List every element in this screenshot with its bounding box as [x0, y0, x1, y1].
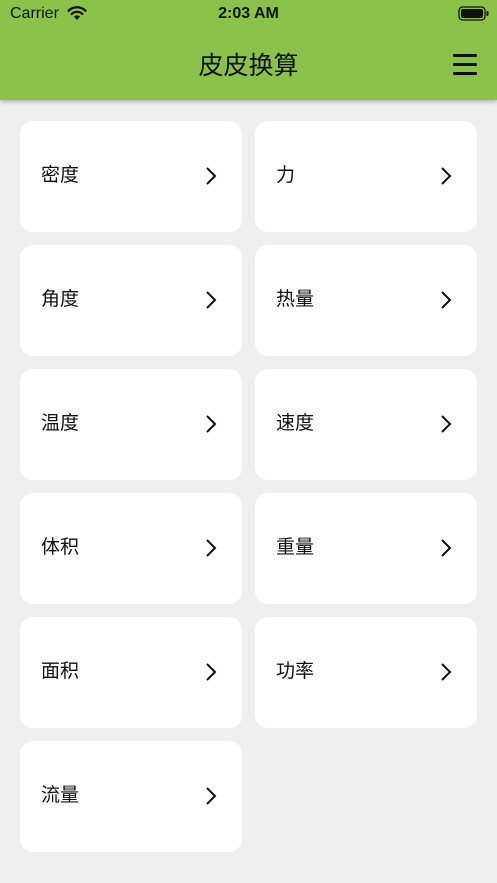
category-card-flow[interactable]: 流量 [20, 741, 242, 852]
chevron-right-icon [441, 291, 452, 309]
chevron-right-icon [206, 167, 217, 185]
category-label: 面积 [41, 660, 80, 682]
chevron-right-icon [206, 539, 217, 557]
category-label: 功率 [276, 660, 315, 682]
category-label: 体积 [41, 536, 80, 558]
category-label: 流量 [41, 784, 80, 806]
chevron-right-icon [206, 787, 217, 805]
chevron-right-icon [441, 539, 452, 557]
category-card-temperature[interactable]: 温度 [20, 369, 242, 480]
category-label: 重量 [276, 536, 315, 558]
category-card-speed[interactable]: 速度 [255, 369, 477, 480]
category-card-force[interactable]: 力 [255, 121, 477, 232]
category-card-weight[interactable]: 重量 [255, 493, 477, 604]
category-card-area[interactable]: 面积 [20, 617, 242, 728]
category-label: 力 [276, 164, 296, 186]
category-label: 角度 [41, 288, 80, 310]
category-label: 密度 [41, 164, 80, 186]
chevron-right-icon [206, 291, 217, 309]
chevron-right-icon [441, 415, 452, 433]
category-card-angle[interactable]: 角度 [20, 245, 242, 356]
category-card-volume[interactable]: 体积 [20, 493, 242, 604]
chevron-right-icon [441, 663, 452, 681]
category-grid: 密度 力 角度 热量 温度 速度 体积 重量 面积 功率 流量 [0, 0, 497, 883]
category-card-power[interactable]: 功率 [255, 617, 477, 728]
category-label: 热量 [276, 288, 315, 310]
category-label: 速度 [276, 412, 315, 434]
chevron-right-icon [206, 663, 217, 681]
category-card-heat[interactable]: 热量 [255, 245, 477, 356]
category-card-density[interactable]: 密度 [20, 121, 242, 232]
category-label: 温度 [41, 412, 80, 434]
chevron-right-icon [441, 167, 452, 185]
chevron-right-icon [206, 415, 217, 433]
